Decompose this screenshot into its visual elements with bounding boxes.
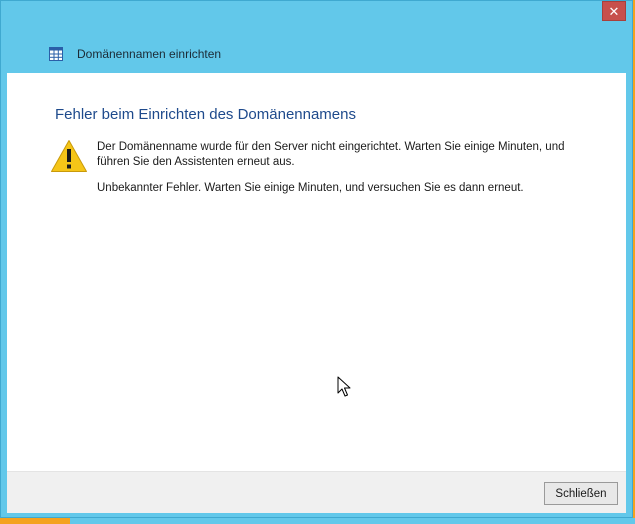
window-close-button[interactable]: ✕ [602, 1, 626, 21]
mouse-cursor-icon [337, 376, 351, 397]
table-icon [49, 47, 63, 61]
warning-icon [51, 140, 87, 172]
error-message: Der Domänenname wurde für den Server nic… [97, 141, 565, 168]
error-heading: Fehler beim Einrichten des Domänennamens [55, 106, 356, 123]
title-bar: Domänennamen einrichten [49, 45, 221, 63]
window-title: Domänennamen einrichten [77, 47, 222, 61]
dialog-window: ✕ Domänennamen einrichten Fehler beim Ei… [0, 0, 633, 518]
dialog-content: Fehler beim Einrichten des Domänennamens… [7, 73, 626, 471]
error-detail: Unbekannter Fehler. Warten Sie einige Mi… [97, 182, 524, 194]
dialog-footer: Schließen [7, 471, 626, 513]
taskbar-strip [70, 518, 635, 524]
close-button[interactable]: Schließen [544, 482, 618, 505]
